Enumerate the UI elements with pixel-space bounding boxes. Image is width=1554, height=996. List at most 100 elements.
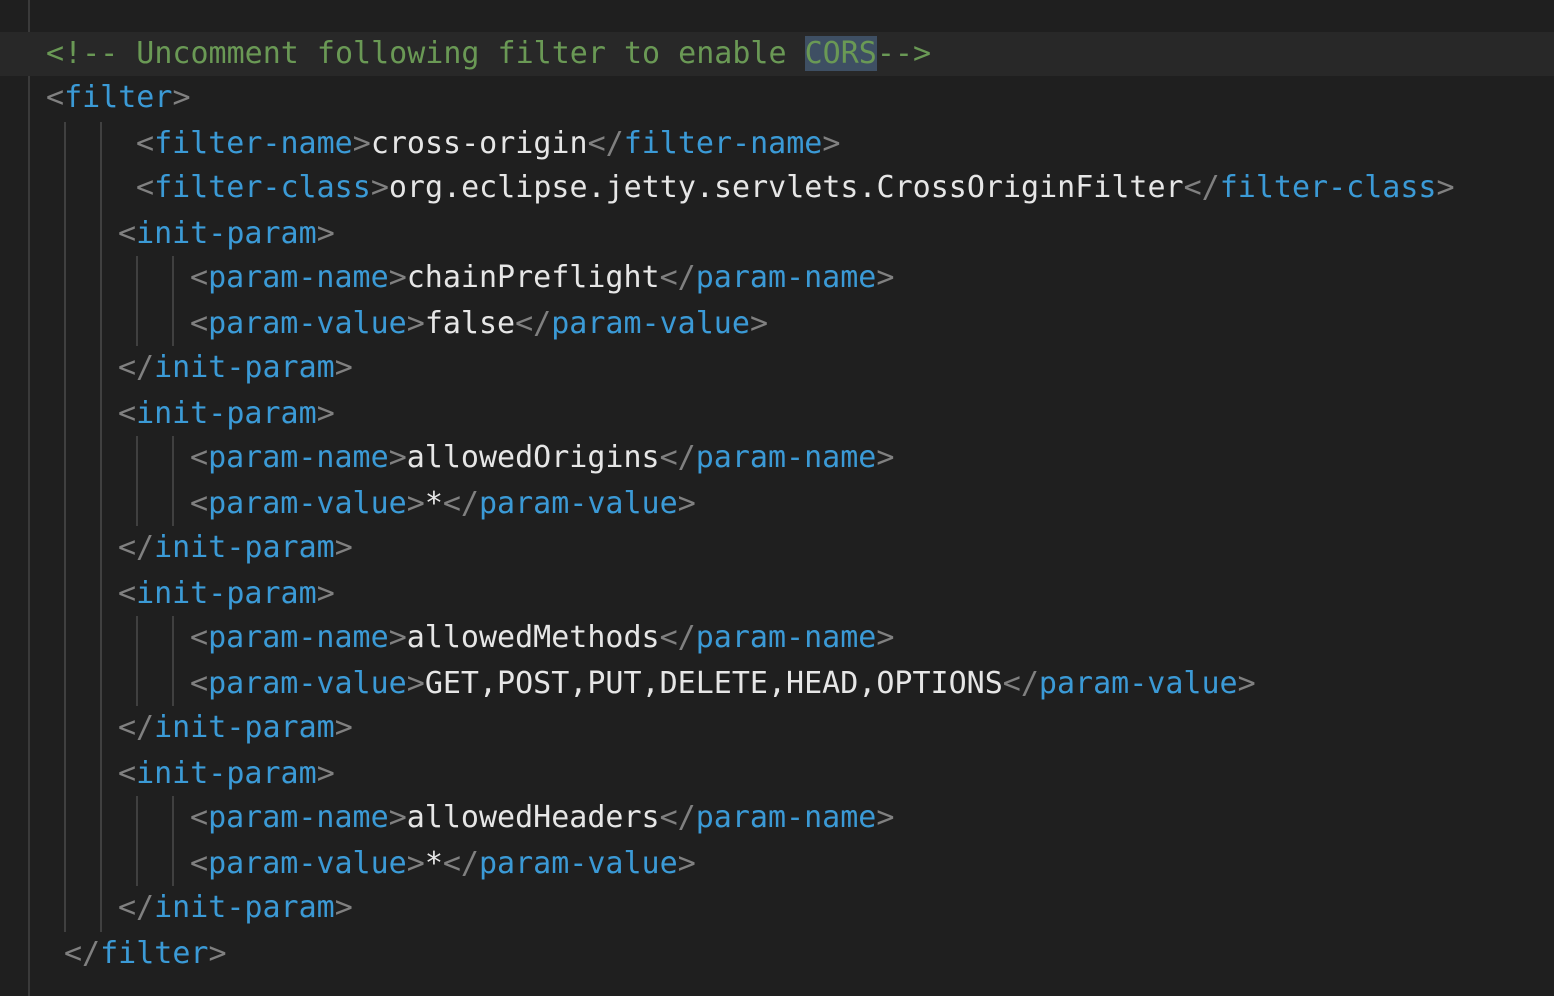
bracket: >: [388, 440, 407, 475]
bracket: <: [190, 486, 209, 521]
text-value: false: [424, 306, 516, 341]
tag-name: init-param: [136, 396, 317, 431]
bracket: </: [659, 800, 696, 835]
bracket: >: [677, 846, 696, 881]
indent-guide: [172, 796, 174, 886]
text-value: cross-origin: [370, 126, 588, 161]
tag-name: param-value: [208, 306, 407, 341]
bracket: >: [316, 576, 335, 611]
code-line-init-param-close[interactable]: </init-param>: [118, 526, 353, 570]
bracket: </: [659, 620, 696, 655]
bracket: >: [1237, 666, 1256, 701]
bracket: >: [172, 80, 191, 115]
bracket: >: [1436, 170, 1455, 205]
code-line-init-param-open[interactable]: <init-param>: [118, 752, 335, 796]
bracket: >: [334, 890, 353, 925]
tag-name: init-param: [136, 756, 317, 791]
tag-name: filter-class: [154, 170, 371, 205]
code-line-param-value[interactable]: <param-value>*</param-value>: [190, 482, 696, 526]
bracket: >: [876, 260, 895, 295]
tag-name: filter: [64, 80, 173, 115]
indent-guide: [64, 122, 66, 932]
bracket: >: [334, 530, 353, 565]
bracket: >: [334, 350, 353, 385]
tag-name: param-value: [479, 846, 678, 881]
bracket: </: [118, 530, 155, 565]
bracket: <: [190, 666, 209, 701]
code-line-init-param-open[interactable]: <init-param>: [118, 392, 335, 436]
tag-name: init-param: [136, 576, 317, 611]
search-match-highlight: CORS: [804, 36, 877, 71]
code-line-filter-name[interactable]: <filter-name>cross-origin</filter-name>: [136, 122, 840, 166]
bracket: </: [587, 126, 624, 161]
code-line-filter-close[interactable]: </filter>: [64, 932, 227, 976]
bracket: <: [118, 756, 137, 791]
code-line-init-param-close[interactable]: </init-param>: [118, 706, 353, 750]
code-line-comment[interactable]: <!-- Uncomment following filter to enabl…: [46, 32, 931, 76]
tag-name: filter: [100, 936, 209, 971]
bracket: >: [370, 170, 389, 205]
bracket: >: [388, 800, 407, 835]
gutter-border: [28, 0, 30, 996]
text-value: *: [424, 846, 443, 881]
bracket: <: [190, 800, 209, 835]
tag-name: param-value: [479, 486, 678, 521]
code-line-init-param-open[interactable]: <init-param>: [118, 212, 335, 256]
tag-name: param-value: [551, 306, 750, 341]
bracket: </: [118, 350, 155, 385]
indent-guide: [172, 616, 174, 706]
tag-name: param-value: [208, 846, 407, 881]
bracket: >: [822, 126, 841, 161]
bracket: >: [406, 306, 425, 341]
code-line-init-param-close[interactable]: </init-param>: [118, 346, 353, 390]
tag-name: param-value: [208, 666, 407, 701]
comment-end: -->: [876, 36, 932, 71]
tag-name: init-param: [154, 710, 335, 745]
bracket: <: [190, 440, 209, 475]
code-line-param-name[interactable]: <param-name>chainPreflight</param-name>: [190, 256, 894, 300]
bracket: >: [876, 800, 895, 835]
code-line-init-param-open[interactable]: <init-param>: [118, 572, 335, 616]
code-line-init-param-close[interactable]: </init-param>: [118, 886, 353, 930]
bracket: >: [352, 126, 371, 161]
code-line-param-value[interactable]: <param-value>*</param-value>: [190, 842, 696, 886]
code-line-param-name[interactable]: <param-name>allowedHeaders</param-name>: [190, 796, 894, 840]
bracket: <: [118, 216, 137, 251]
tag-name: param-name: [695, 260, 877, 295]
tag-name: param-name: [695, 800, 877, 835]
tag-name: filter-class: [1219, 170, 1437, 205]
code-line-param-name[interactable]: <param-name>allowedMethods</param-name>: [190, 616, 894, 660]
bracket: >: [406, 846, 425, 881]
bracket: >: [334, 710, 353, 745]
code-line-param-value[interactable]: <param-value>GET,POST,PUT,DELETE,HEAD,OP…: [190, 662, 1256, 706]
indent-guide: [136, 256, 138, 346]
bracket: <: [136, 126, 155, 161]
text-value: allowedHeaders: [406, 800, 660, 835]
tag-name: param-name: [208, 260, 389, 295]
bracket: </: [1183, 170, 1220, 205]
text-value: chainPreflight: [406, 260, 660, 295]
code-line-filter-class[interactable]: <filter-class>org.eclipse.jetty.servlets…: [136, 166, 1455, 210]
indent-guide: [100, 122, 102, 932]
bracket: <: [118, 396, 137, 431]
bracket: </: [118, 890, 155, 925]
bracket: >: [677, 486, 696, 521]
bracket: >: [388, 260, 407, 295]
code-line-filter-open[interactable]: <filter>: [46, 76, 191, 120]
bracket: >: [406, 666, 425, 701]
text-value: GET,POST,PUT,DELETE,HEAD,OPTIONS: [424, 666, 1003, 701]
tag-name: init-param: [136, 216, 317, 251]
indent-guide: [172, 256, 174, 346]
tag-name: param-name: [208, 620, 389, 655]
bracket: >: [316, 756, 335, 791]
text-value: org.eclipse.jetty.servlets.CrossOriginFi…: [388, 170, 1184, 205]
code-line-param-name[interactable]: <param-name>allowedOrigins</param-name>: [190, 436, 894, 480]
bracket: <: [136, 170, 155, 205]
tag-name: init-param: [154, 890, 335, 925]
bracket: >: [316, 216, 335, 251]
code-editor[interactable]: <!-- Uncomment following filter to enabl…: [0, 0, 1554, 996]
code-line-param-value[interactable]: <param-value>false</param-value>: [190, 302, 768, 346]
text-value: *: [424, 486, 443, 521]
tag-name: param-name: [695, 440, 877, 475]
bracket: <: [190, 846, 209, 881]
